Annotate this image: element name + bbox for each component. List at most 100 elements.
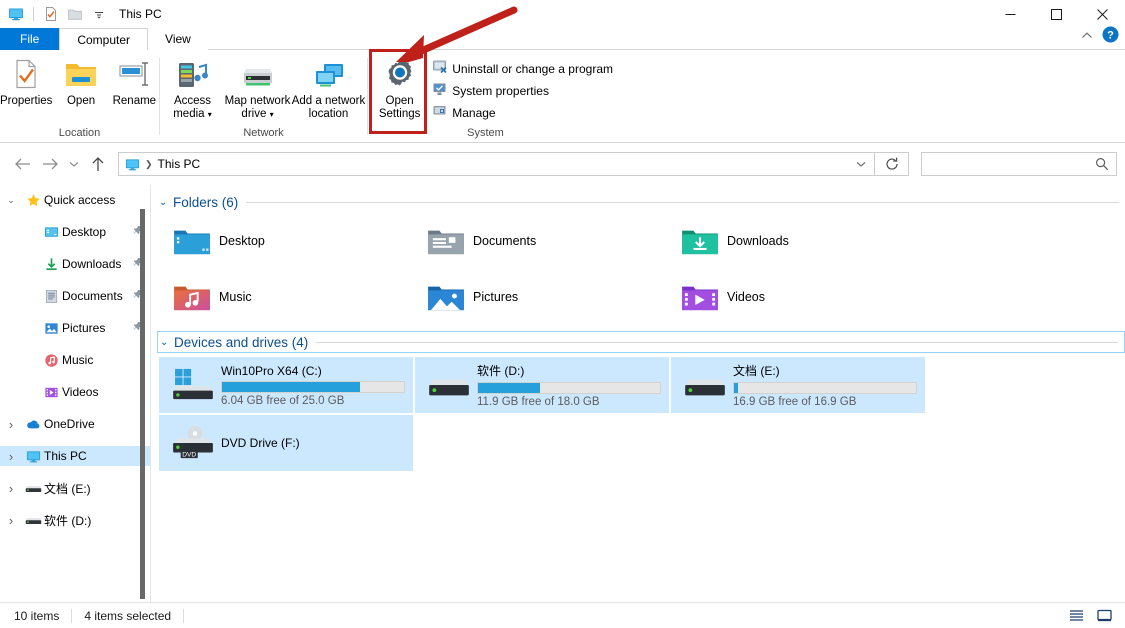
chevron-down-icon[interactable]: ⌄: [160, 337, 174, 348]
manage-button[interactable]: Manage: [431, 102, 613, 124]
drive-tile[interactable]: Win10Pro X64 (C:)6.04 GB free of 25.0 GB: [159, 357, 413, 413]
chevron-right-icon[interactable]: ›: [0, 417, 22, 432]
folder-tile[interactable]: Downloads: [673, 213, 927, 269]
details-view-button[interactable]: [1065, 606, 1087, 626]
add-network-location-button[interactable]: Add a network location: [292, 55, 366, 120]
sidebar-item-label: Quick access: [44, 193, 115, 207]
manage-label: Manage: [452, 106, 495, 120]
chevron-right-icon[interactable]: ›: [0, 449, 22, 464]
minimize-button[interactable]: [987, 0, 1033, 28]
windows-drive-icon: [165, 368, 221, 402]
search-box[interactable]: [921, 152, 1117, 176]
breadcrumb[interactable]: ❯ This PC: [118, 152, 875, 176]
uninstall-program-icon: [433, 60, 447, 79]
folder-tile[interactable]: Desktop: [165, 213, 419, 269]
sidebar-item-d[interactable]: ›软件 (D:): [0, 510, 150, 530]
chevron-right-icon[interactable]: ›: [0, 513, 22, 528]
selection-count-label: 4 items selected: [84, 609, 171, 623]
back-button[interactable]: [8, 150, 36, 178]
scrollbar-thumb[interactable]: [140, 209, 145, 599]
chevron-down-icon[interactable]: ▾: [270, 110, 274, 119]
sidebar-item-label: 文档 (E:): [44, 480, 91, 497]
customize-dropdown-icon[interactable]: [89, 4, 109, 24]
folder-tile[interactable]: Music: [165, 269, 419, 325]
this-pc-icon[interactable]: [6, 4, 26, 24]
open-settings-button[interactable]: Open Settings: [374, 55, 425, 120]
chevron-down-icon[interactable]: ▾: [208, 110, 212, 119]
sidebar-item-label: OneDrive: [44, 417, 95, 431]
tab-file[interactable]: File: [0, 28, 59, 50]
sidebar-item-pictures[interactable]: Pictures: [0, 318, 150, 338]
ribbon-group-location: Properties Open Rename Location: [0, 50, 159, 143]
up-button[interactable]: [84, 150, 112, 178]
access-media-button[interactable]: Access media ▾: [162, 55, 224, 120]
drives-group-label: Devices and drives (4): [174, 335, 308, 350]
sidebar-item-music[interactable]: Music: [0, 350, 150, 370]
new-folder-icon[interactable]: [65, 4, 85, 24]
large-icons-view-button[interactable]: [1093, 606, 1115, 626]
open-button[interactable]: Open: [56, 55, 105, 108]
properties-icon[interactable]: [41, 4, 61, 24]
sidebar-item-quick-access[interactable]: ⌄ Quick access: [0, 190, 150, 210]
folder-label: Pictures: [473, 290, 518, 304]
drives-group-header[interactable]: ⌄ Devices and drives (4): [157, 331, 1125, 353]
folder-tile[interactable]: Pictures: [419, 269, 673, 325]
map-network-drive-button[interactable]: Map network drive ▾: [224, 55, 292, 120]
drive-tile[interactable]: 文档 (E:)16.9 GB free of 16.9 GB: [671, 357, 925, 413]
folder-tile[interactable]: Documents: [419, 213, 673, 269]
refresh-button[interactable]: [875, 152, 909, 176]
tab-computer[interactable]: Computer: [59, 28, 148, 50]
sidebar-item-e[interactable]: › 文档 (E:): [0, 478, 150, 498]
breadcrumb-item-this-pc[interactable]: This PC: [158, 157, 201, 171]
svg-text:?: ?: [1107, 29, 1114, 41]
group-divider-line: [246, 202, 1119, 203]
documents-folder-icon: [419, 225, 473, 257]
drive-tile[interactable]: 软件 (D:)11.9 GB free of 18.0 GB: [415, 357, 669, 413]
close-button[interactable]: [1079, 0, 1125, 28]
tab-view[interactable]: View: [148, 28, 208, 50]
uninstall-program-button[interactable]: Uninstall or change a program: [431, 58, 613, 80]
help-icon[interactable]: ?: [1102, 26, 1119, 48]
hard-drive-icon: [22, 482, 44, 494]
drives-grid: Win10Pro X64 (C:)6.04 GB free of 25.0 GB…: [151, 353, 1125, 473]
star-icon: [22, 193, 44, 208]
chevron-right-icon[interactable]: ›: [0, 481, 22, 496]
recent-locations-button[interactable]: [64, 150, 84, 178]
sidebar-item-label: This PC: [44, 449, 87, 463]
navigation-scrollbar[interactable]: [137, 187, 148, 600]
sidebar-item-downloads[interactable]: Downloads: [0, 254, 150, 274]
sidebar-item-this-pc[interactable]: › This PC: [0, 446, 150, 466]
chevron-down-icon[interactable]: ⌄: [0, 195, 22, 206]
add-network-location-label: Add a network location: [292, 95, 366, 120]
sidebar-item-videos[interactable]: Videos: [0, 382, 150, 402]
rename-button[interactable]: Rename: [110, 55, 159, 108]
folder-label: Desktop: [219, 234, 265, 248]
file-explorer-window: This PC File Computer View ?: [0, 0, 1125, 628]
folder-tile[interactable]: Videos: [673, 269, 927, 325]
sidebar-item-documents[interactable]: Documents: [0, 286, 150, 306]
drive-capacity-bar: [477, 382, 661, 394]
maximize-button[interactable]: [1033, 0, 1079, 28]
sidebar-item-desktop[interactable]: Desktop: [0, 222, 150, 242]
ribbon-group-system: Open Settings Uninstall or change a prog…: [368, 50, 613, 143]
folders-group-header[interactable]: ⌄ Folders (6): [151, 191, 1125, 213]
system-properties-button[interactable]: System properties: [431, 80, 613, 102]
properties-button[interactable]: Properties: [0, 55, 52, 108]
item-count-label: 10 items: [14, 609, 59, 623]
collapse-ribbon-icon[interactable]: [1081, 28, 1093, 46]
status-bar: 10 items 4 items selected: [0, 602, 1125, 628]
drive-free-space-label: 6.04 GB free of 25.0 GB: [221, 395, 405, 407]
drive-tile[interactable]: DVDDVD Drive (F:): [159, 415, 413, 471]
search-input[interactable]: [929, 157, 1092, 171]
ribbon-tabs: File Computer View ?: [0, 28, 1125, 50]
properties-icon: [9, 57, 43, 91]
tabstrip-filler: [208, 28, 1125, 50]
sidebar-item-onedrive[interactable]: › OneDrive: [0, 414, 150, 434]
ribbon-group-network-label: Network: [160, 126, 367, 143]
folder-label: Documents: [473, 234, 536, 248]
previous-locations-button[interactable]: [848, 153, 874, 175]
view-mode-buttons: [1065, 606, 1125, 626]
drive-name-label: 文档 (E:): [733, 362, 917, 379]
chevron-down-icon[interactable]: ⌄: [159, 197, 173, 208]
forward-button[interactable]: [36, 150, 64, 178]
